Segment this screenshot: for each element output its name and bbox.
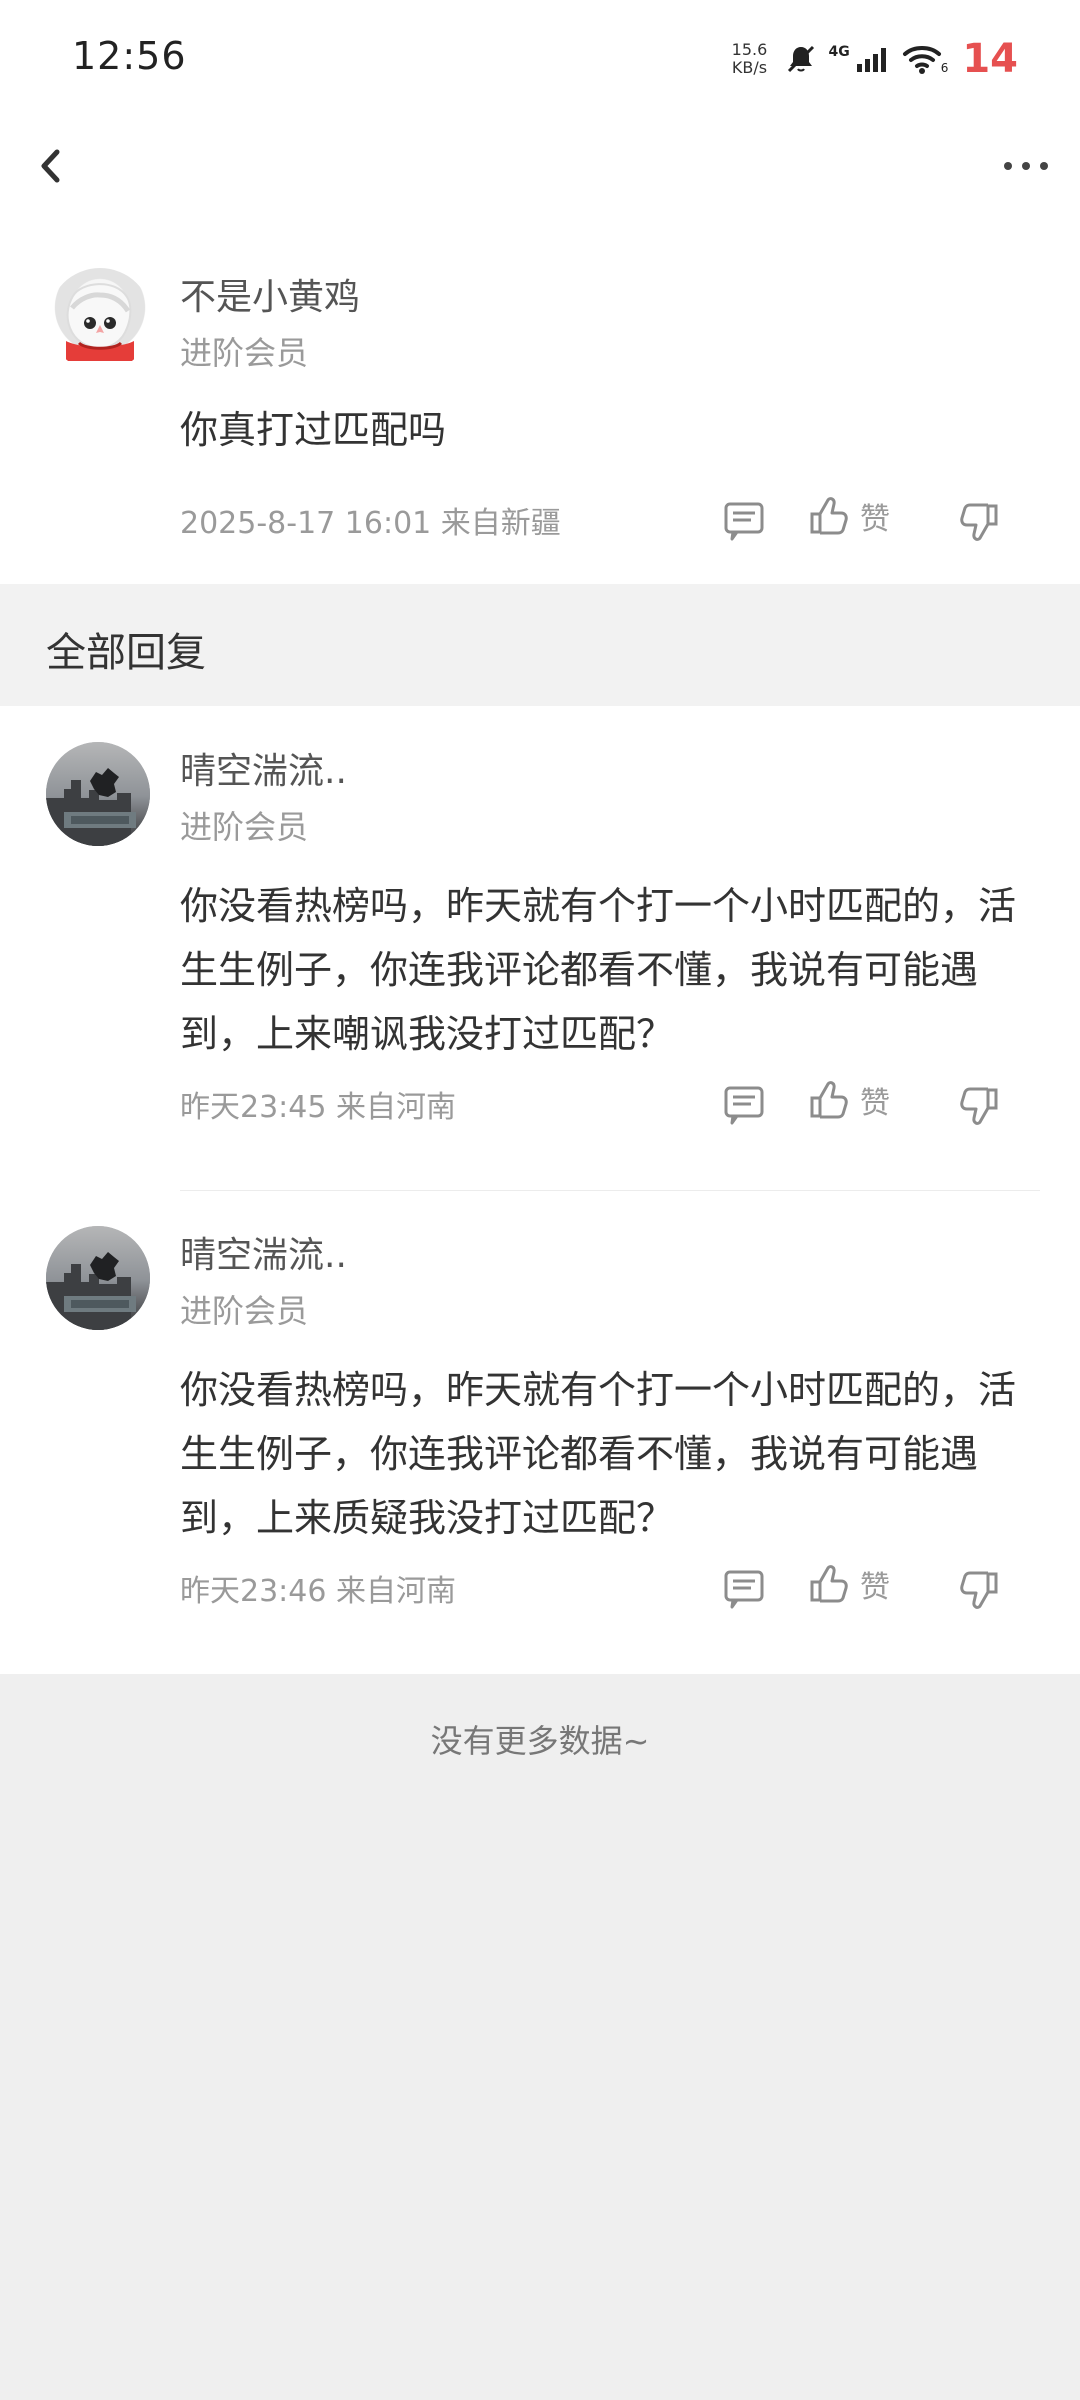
reply-content: 你没看热榜吗，昨天就有个打一个小时匹配的，活生生例子，你连我评论都看不懂，我说有…: [180, 884, 1017, 1056]
photo-avatar-image: [46, 742, 150, 846]
username[interactable]: 晴空湍流..: [180, 742, 347, 794]
like-label: 赞: [860, 1570, 890, 1605]
network-speed-value: 15.6: [731, 40, 768, 59]
like-button[interactable]: 赞: [806, 494, 890, 538]
comment-meta: 2025-8-17 16:01 来自新疆: [180, 506, 561, 541]
thumbs-down-icon: [960, 503, 998, 541]
status-time: 12:56: [72, 34, 187, 78]
username[interactable]: 晴空湍流..: [180, 1226, 347, 1278]
reply-button[interactable]: [722, 1084, 766, 1128]
member-badge: 进阶会员: [180, 808, 309, 846]
username[interactable]: 不是小黄鸡: [180, 268, 360, 320]
wifi-icon: 6: [901, 43, 949, 75]
status-icons: 15.6 KB/s 4G 6 14: [724, 34, 1018, 84]
dislike-button[interactable]: [958, 1084, 1002, 1128]
more-button[interactable]: [996, 146, 1056, 186]
anime-avatar-image: [66, 283, 134, 361]
network-speed-unit: KB/s: [731, 58, 768, 77]
reply-actions: 赞: [722, 1562, 1022, 1618]
main-comment-card: 不是小黄鸡 进阶会员 你真打过匹配吗 2025-8-17 16:01 来自新疆 …: [0, 216, 1080, 584]
dislike-button[interactable]: [958, 500, 1002, 544]
status-bar: 12:56 15.6 KB/s 4G 6 14: [0, 0, 1080, 118]
wifi-generation-label: 6: [940, 61, 949, 75]
reply-content: 你没看热榜吗，昨天就有个打一个小时匹配的，活生生例子，你连我评论都看不懂，我说有…: [180, 1368, 1017, 1540]
like-label: 赞: [860, 1086, 890, 1121]
battery-level: 14: [962, 36, 1018, 82]
network-speed: 15.6 KB/s: [724, 41, 774, 77]
replies-list: 晴空湍流.. 进阶会员 你没看热榜吗，昨天就有个打一个小时匹配的，活生生例子，你…: [0, 706, 1080, 1674]
network-type-label: 4G: [828, 44, 850, 60]
thumbs-down-icon: [960, 1571, 998, 1609]
reply-button[interactable]: [722, 500, 766, 544]
avatar[interactable]: [46, 742, 150, 846]
all-replies-section-header: 全部回复: [0, 584, 1080, 706]
dislike-button[interactable]: [958, 1568, 1002, 1612]
like-label: 赞: [860, 502, 890, 537]
thumbs-up-icon: [810, 1081, 848, 1119]
avatar[interactable]: [46, 1226, 150, 1330]
back-button[interactable]: [28, 142, 76, 190]
section-title: 全部回复: [46, 630, 206, 676]
more-horizontal-icon: [1004, 162, 1048, 170]
avatar[interactable]: [48, 268, 152, 372]
thumbs-up-icon: [810, 497, 848, 535]
like-button[interactable]: 赞: [806, 1562, 890, 1606]
comment-content: 你真打过匹配吗: [180, 408, 447, 452]
reply-meta: 昨天23:45 来自河南: [180, 1090, 456, 1125]
reply-actions: 赞: [722, 1078, 1022, 1134]
cellular-signal-icon: 4G: [828, 44, 890, 74]
chevron-left-icon: [41, 149, 60, 183]
member-badge: 进阶会员: [180, 1292, 309, 1330]
thumbs-up-icon: [810, 1565, 848, 1603]
comment-icon: [724, 502, 764, 541]
mute-bell-icon: [784, 42, 818, 76]
reply-meta: 昨天23:46 来自河南: [180, 1574, 456, 1609]
comment-icon: [724, 1086, 764, 1125]
member-badge: 进阶会员: [180, 334, 309, 372]
no-more-data-text: 没有更多数据~: [430, 1722, 650, 1760]
like-button[interactable]: 赞: [806, 1078, 890, 1122]
screen: 12:56 15.6 KB/s 4G 6 14 不是小黄鸡 进阶会员 你真打过匹…: [0, 0, 1080, 2400]
top-navigation: [0, 118, 1080, 216]
comment-icon: [724, 1570, 764, 1609]
reply-divider: [180, 1190, 1040, 1191]
comment-actions: 赞: [722, 494, 1022, 550]
reply-button[interactable]: [722, 1568, 766, 1612]
thumbs-down-icon: [960, 1087, 998, 1125]
photo-avatar-image: [46, 1226, 150, 1330]
